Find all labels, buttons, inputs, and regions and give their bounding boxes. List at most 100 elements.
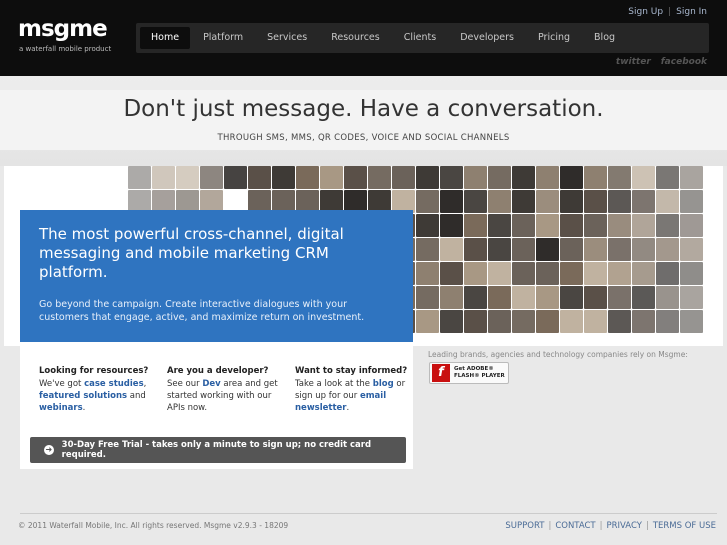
mosaic-photo [632, 166, 655, 189]
nav-clients[interactable]: Clients [393, 27, 447, 49]
support-link[interactable]: SUPPORT [505, 521, 544, 531]
mosaic-photo [680, 262, 703, 285]
mosaic-photo [488, 214, 511, 237]
nav-blog[interactable]: Blog [583, 27, 626, 49]
free-trial-button[interactable]: ➜ 30-Day Free Trial - takes only a minut… [30, 437, 406, 463]
mosaic-photo [464, 238, 487, 261]
resources-text: We've got [39, 379, 85, 389]
mosaic-photo [344, 166, 367, 189]
hero-subline: THROUGH SMS, MMS, QR CODES, VOICE AND SO… [217, 133, 510, 143]
mosaic-photo [536, 286, 559, 309]
nav-services[interactable]: Services [256, 27, 318, 49]
mosaic-photo [368, 166, 391, 189]
nav-platform[interactable]: Platform [192, 27, 254, 49]
info-panel: Looking for resources? We've got case st… [20, 345, 413, 469]
logo-tagline: a waterfall mobile product [19, 45, 112, 53]
mosaic-photo [464, 286, 487, 309]
mosaic-photo [680, 286, 703, 309]
mosaic-photo [464, 310, 487, 333]
mosaic-photo [656, 214, 679, 237]
feature-text: Go beyond the campaign. Create interacti… [39, 299, 365, 323]
contact-link[interactable]: CONTACT [555, 521, 595, 531]
mosaic-photo [608, 310, 631, 333]
mosaic-photo [416, 310, 439, 333]
mosaic-photo [560, 166, 583, 189]
mosaic-photo [416, 214, 439, 237]
site-header: msgme a waterfall mobile product Sign Up… [0, 0, 727, 76]
mosaic-photo [512, 214, 535, 237]
hero-headline: Don't just message. Have a conversation. [123, 96, 604, 122]
mosaic-photo [656, 262, 679, 285]
mosaic-photo [632, 238, 655, 261]
terms-link[interactable]: TERMS OF USE [653, 521, 716, 531]
mosaic-photo [680, 310, 703, 333]
privacy-link[interactable]: PRIVACY [607, 521, 642, 531]
mosaic-photo [656, 310, 679, 333]
mosaic-photo [560, 310, 583, 333]
mosaic-photo [440, 310, 463, 333]
logo[interactable]: msgme [18, 16, 108, 42]
mosaic-photo [296, 166, 319, 189]
facebook-icon[interactable]: facebook [661, 57, 707, 67]
mosaic-photo [632, 286, 655, 309]
footer-separator: | [645, 521, 649, 531]
featured-solutions-link[interactable]: featured solutions [39, 391, 127, 401]
mosaic-photo [680, 166, 703, 189]
nav-developers[interactable]: Developers [449, 27, 525, 49]
nav-resources[interactable]: Resources [320, 27, 391, 49]
mosaic-photo [608, 190, 631, 213]
nav-home[interactable]: Home [140, 27, 191, 49]
mosaic-photo [608, 262, 631, 285]
mosaic-photo [488, 238, 511, 261]
mosaic-photo [584, 238, 607, 261]
mosaic-photo [584, 310, 607, 333]
blog-link[interactable]: blog [373, 379, 394, 389]
mosaic-photo [536, 190, 559, 213]
dev-link[interactable]: Dev [202, 379, 220, 389]
informed-text: . [346, 403, 350, 413]
footer-links: SUPPORT | CONTACT | PRIVACY | TERMS OF USE [505, 521, 716, 531]
mosaic-photo [512, 310, 535, 333]
nav-pricing[interactable]: Pricing [527, 27, 581, 49]
social-links: twitter facebook [616, 57, 707, 67]
sign-in-link[interactable]: Sign In [676, 7, 707, 17]
mosaic-photo [656, 238, 679, 261]
sign-up-link[interactable]: Sign Up [628, 7, 663, 17]
mosaic-photo [608, 286, 631, 309]
mosaic-photo [152, 166, 175, 189]
arrow-right-icon: ➜ [44, 445, 54, 455]
mosaic-photo [632, 214, 655, 237]
mosaic-photo [536, 166, 559, 189]
main-nav: Home Platform Services Resources Clients… [136, 23, 709, 53]
mosaic-photo [512, 238, 535, 261]
developer-heading: Are you a developer? [167, 366, 269, 376]
mosaic-photo [392, 166, 415, 189]
feature-box: The most powerful cross-channel, digital… [20, 210, 413, 342]
mosaic-photo [560, 238, 583, 261]
mosaic-photo [464, 214, 487, 237]
mosaic-photo [536, 238, 559, 261]
free-trial-label: 30-Day Free Trial - takes only a minute … [61, 440, 372, 460]
flash-label: Get ADOBE® FLASH® PLAYER [454, 366, 505, 380]
mosaic-photo [656, 166, 679, 189]
mosaic-photo [680, 190, 703, 213]
mosaic-photo [512, 286, 535, 309]
mosaic-photo [248, 166, 271, 189]
flash-icon: f [432, 364, 450, 382]
flash-label-line2: FLASH® PLAYER [454, 373, 505, 379]
mosaic-photo [488, 190, 511, 213]
mosaic-photo [608, 238, 631, 261]
mosaic-photo [416, 166, 439, 189]
resources-column: Looking for resources? We've got case st… [39, 365, 157, 414]
mosaic-photo [440, 238, 463, 261]
webinars-link[interactable]: webinars [39, 403, 83, 413]
mosaic-photo [416, 262, 439, 285]
mosaic-photo [656, 286, 679, 309]
mosaic-photo [584, 166, 607, 189]
mosaic-photo [200, 166, 223, 189]
informed-column: Want to stay informed? Take a look at th… [295, 365, 413, 414]
case-studies-link[interactable]: case studies [84, 379, 144, 389]
flash-player-badge[interactable]: f Get ADOBE® FLASH® PLAYER [429, 362, 509, 384]
twitter-icon[interactable]: twitter [616, 57, 651, 67]
footer-separator: | [599, 521, 603, 531]
